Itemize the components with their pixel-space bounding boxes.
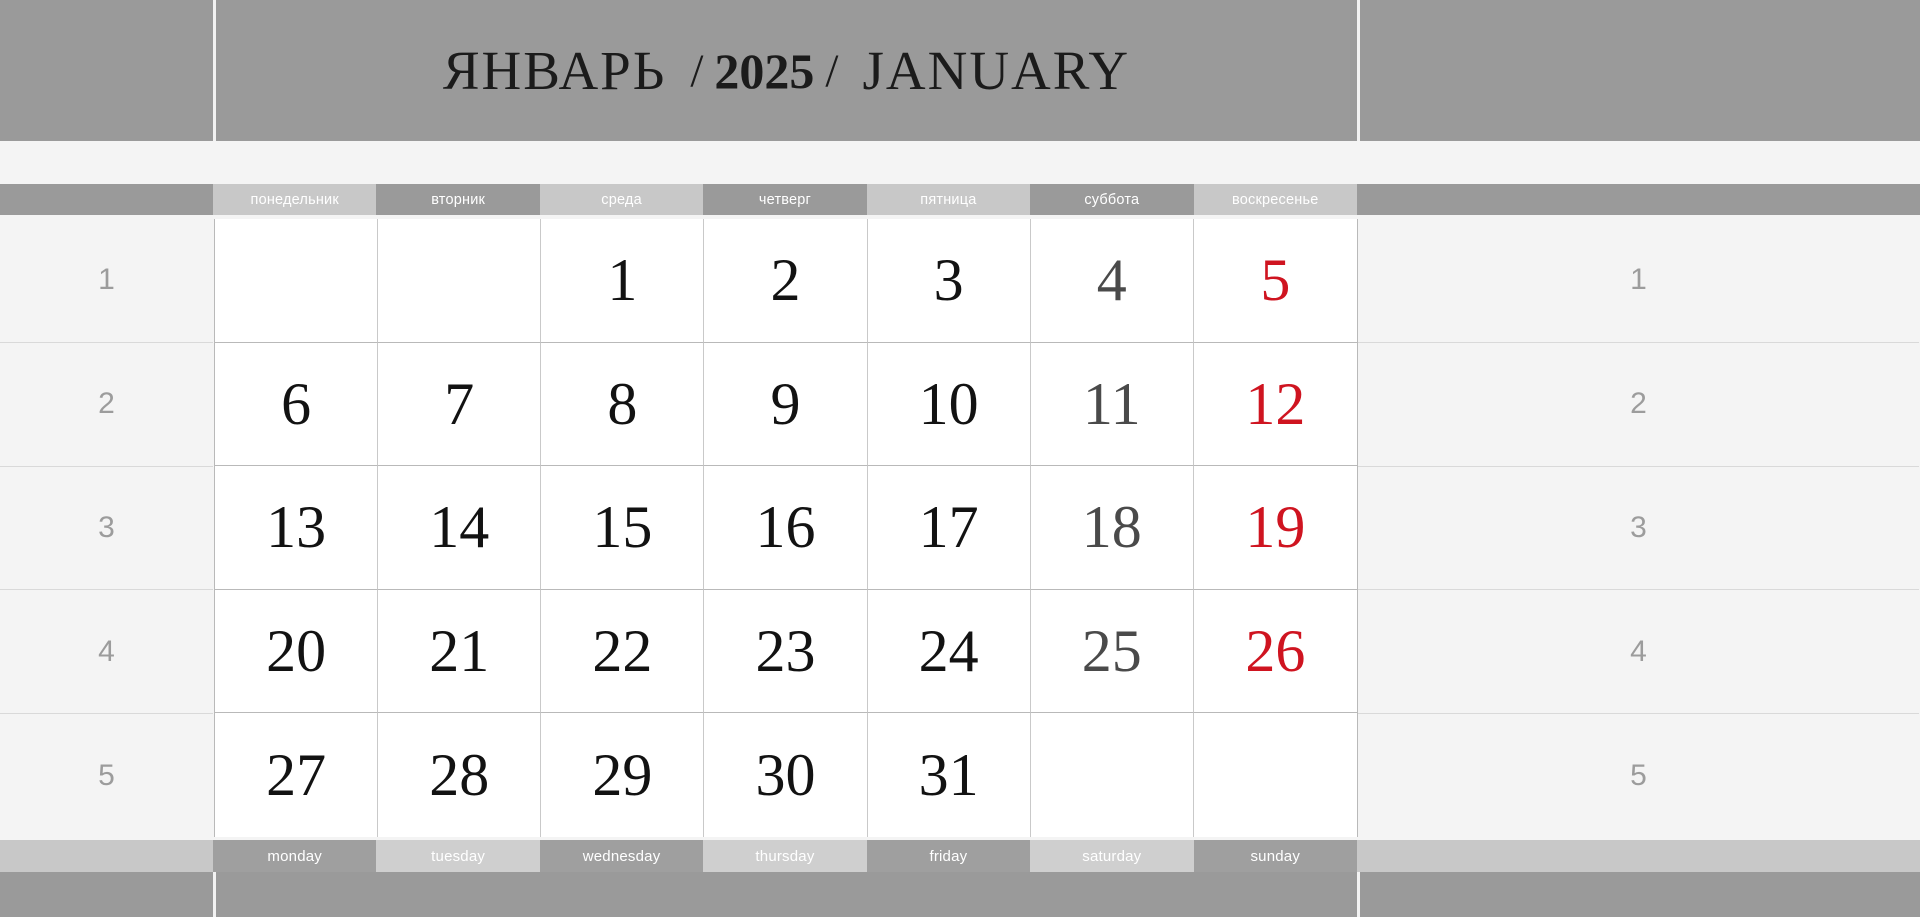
week-number-right-4: 4 [1358, 590, 1919, 715]
week-number-left-2: 2 [0, 343, 213, 467]
day-cell-11: 11 [1030, 342, 1194, 467]
day-cell-22: 22 [541, 589, 705, 714]
day-cell-9: 9 [704, 342, 868, 467]
weeknum-header-left [0, 184, 213, 215]
weekday-footer-en-wednesday: wednesday [539, 840, 704, 872]
week-number-column-right: 1234 5 [1358, 219, 1920, 837]
weekday-header-ru-wednesday: среда [539, 184, 704, 215]
day-cell-21: 21 [378, 589, 542, 714]
day-cell-14: 14 [378, 466, 542, 590]
day-cell-6: 6 [215, 342, 379, 467]
weekday-footer-en-friday: friday [866, 840, 1031, 872]
weekday-footer-en-monday: monday [213, 840, 377, 872]
day-cell-5: 5 [1193, 219, 1357, 343]
day-cell-empty [215, 219, 379, 343]
day-cell-16: 16 [704, 466, 868, 590]
day-cell-19: 19 [1193, 466, 1357, 590]
day-cell-18: 18 [1030, 466, 1194, 590]
day-cell-23: 23 [704, 589, 868, 714]
calendar-page: ЯНВАРЬ / 2025 / JANUARY понедельник вторн… [0, 0, 1920, 917]
page-title: ЯНВАРЬ / 2025 / JANUARY [216, 0, 1357, 141]
day-cell-empty [378, 219, 542, 343]
day-cell-13: 13 [215, 466, 379, 590]
day-cell-28: 28 [378, 713, 542, 837]
day-cell-empty [1030, 713, 1194, 837]
week-number-right-2: 2 [1358, 343, 1919, 467]
week-number-right-3: 3 [1358, 467, 1919, 591]
day-cell-26: 26 [1193, 589, 1357, 714]
day-cell-31: 31 [867, 713, 1031, 837]
weekday-header-ru-sunday: воскресенье [1193, 184, 1357, 215]
weeknum-footer-right [1357, 840, 1920, 872]
day-cell-8: 8 [541, 342, 705, 467]
header-divider-right [1357, 0, 1360, 141]
title-month-ru: ЯНВАРЬ [442, 40, 667, 101]
day-cell-25: 25 [1030, 589, 1194, 714]
weekday-footer-en-tuesday: tuesday [376, 840, 540, 872]
day-cell-2: 2 [704, 219, 868, 343]
weekday-header-ru-tuesday: вторник [376, 184, 540, 215]
weekday-header-ru-saturday: суббота [1030, 184, 1194, 215]
title-month-en: JANUARY [862, 40, 1131, 101]
day-grid: 1 2 3 4 5 6 7 8 9 10 11 12 13 14 15 16 17 18 19 20 21 22 23 24 2… [214, 219, 1358, 837]
day-cell-empty [1193, 713, 1357, 837]
week-number-left-1: 1 [0, 219, 213, 343]
weekday-footer-en: monday tuesday wednesday thursday friday satu… [0, 840, 1920, 872]
day-cell-10: 10 [867, 342, 1031, 467]
weekday-footer-en-saturday: saturday [1030, 840, 1194, 872]
weekday-header-ru-monday: понедельник [213, 184, 377, 215]
week-number-right-1: 1 [1358, 219, 1919, 343]
day-cell-3: 3 [867, 219, 1031, 343]
day-cell-15: 15 [541, 466, 705, 590]
weeknum-header-right [1357, 184, 1920, 215]
day-cell-4: 4 [1030, 219, 1194, 343]
title-year: 2025 [714, 42, 815, 99]
day-cell-12: 12 [1193, 342, 1357, 467]
weekday-footer-en-cells: monday tuesday wednesday thursday friday satu… [213, 840, 1357, 872]
calendar-body: 12345 1 2 3 4 5 6 7 8 9 10 11 12 13 14 15 16 17 18 19 20 21 2… [0, 219, 1920, 837]
day-cell-1: 1 [541, 219, 705, 343]
header-gap-strip [0, 141, 1920, 184]
day-cell-24: 24 [867, 589, 1031, 714]
week-number-right-5: 5 [1630, 758, 1647, 792]
week-number-left-3: 3 [0, 467, 213, 591]
day-cell-29: 29 [541, 713, 705, 837]
week-number-left-5: 5 [98, 758, 115, 792]
day-cell-17: 17 [867, 466, 1031, 590]
footer-band [0, 872, 1920, 917]
week-number-column-left: 1234 5 [0, 219, 214, 837]
day-cell-30: 30 [704, 713, 868, 837]
day-cell-7: 7 [378, 342, 542, 467]
weekday-header-ru-friday: пятница [866, 184, 1031, 215]
weekday-footer-en-sunday: sunday [1193, 840, 1357, 872]
weekday-footer-en-thursday: thursday [703, 840, 867, 872]
weekday-header-ru-cells: понедельник вторник среда четверг пятница суб… [213, 184, 1357, 215]
week-number-left-4: 4 [0, 590, 213, 715]
header-band: ЯНВАРЬ / 2025 / JANUARY [0, 0, 1920, 141]
footer-divider-left [213, 872, 216, 917]
weekday-header-ru-thursday: четверг [703, 184, 867, 215]
weeknum-footer-left [0, 840, 213, 872]
footer-divider-right [1357, 872, 1360, 917]
title-slash-left: / [690, 44, 704, 97]
weekday-header-ru: понедельник вторник среда четверг пятница суб… [0, 184, 1920, 215]
title-slash-right: / [825, 44, 839, 97]
day-cell-27: 27 [215, 713, 379, 837]
day-cell-20: 20 [215, 589, 379, 714]
